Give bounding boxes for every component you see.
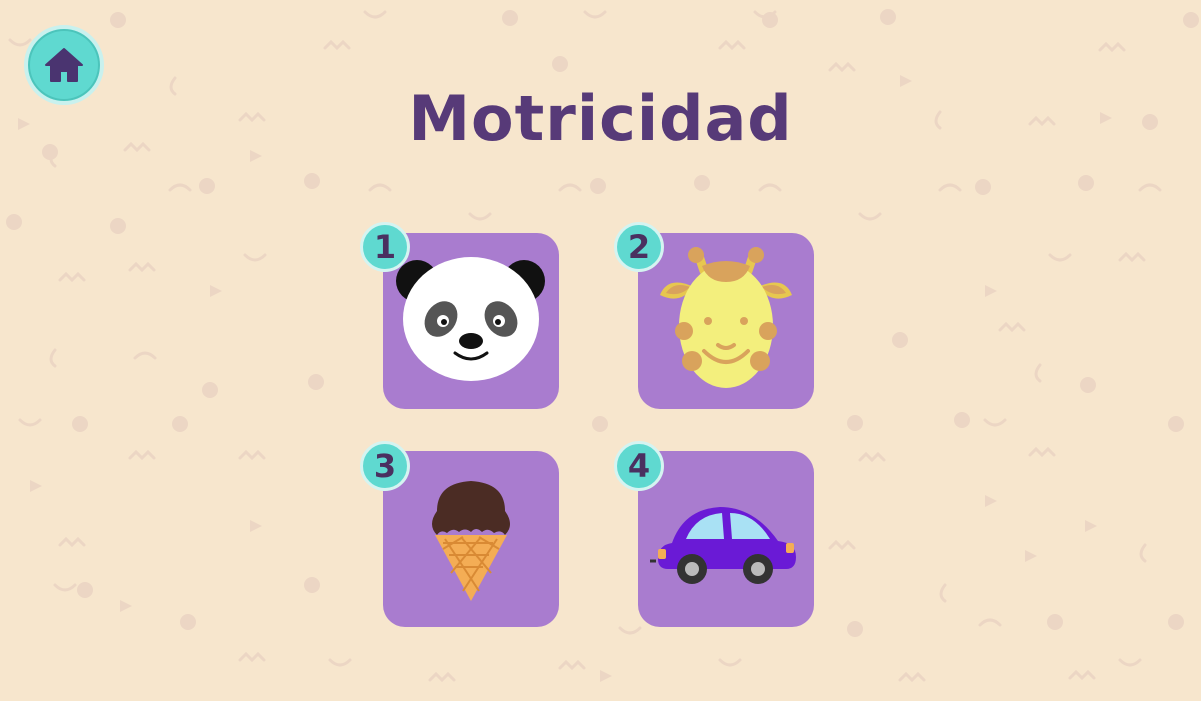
panda-icon (396, 257, 545, 381)
home-icon (45, 48, 83, 82)
car-icon (650, 507, 796, 584)
activity-tile-4[interactable] (638, 451, 814, 627)
ice-cream-icon (432, 481, 510, 601)
activity-number-badge-2: 2 (614, 222, 664, 272)
giraffe-icon (660, 247, 792, 388)
activity-tile-3[interactable] (383, 451, 559, 627)
activity-number-badge-1: 1 (360, 222, 410, 272)
activity-number-badge-4: 4 (614, 441, 664, 491)
activity-tile-1[interactable] (383, 233, 559, 409)
activity-number-badge-3: 3 (360, 441, 410, 491)
page-title: Motricidad (408, 82, 793, 155)
activity-tile-2[interactable] (638, 233, 814, 409)
